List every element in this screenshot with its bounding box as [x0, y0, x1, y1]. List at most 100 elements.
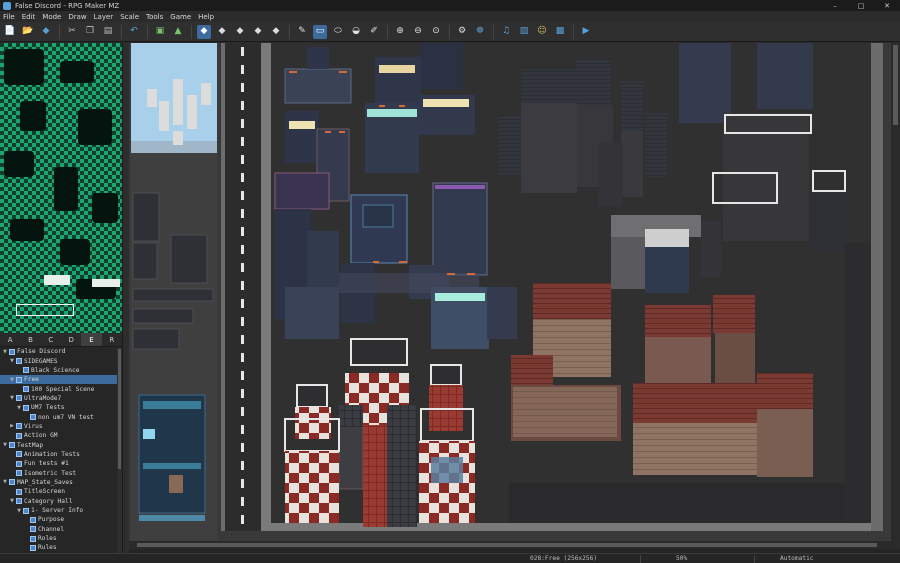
- map-tree-item[interactable]: Purpose: [0, 515, 122, 524]
- expand-toggle-icon[interactable]: ▼: [16, 405, 22, 411]
- event-mode-button[interactable]: ▲: [171, 25, 185, 39]
- panel-splitter[interactable]: [122, 43, 129, 553]
- save-project-button[interactable]: ◆: [39, 25, 53, 39]
- map-tree-item[interactable]: ▼ False Discord: [0, 347, 122, 356]
- map-mode-button[interactable]: ▣: [153, 25, 167, 39]
- menu-tools[interactable]: Tools: [146, 13, 163, 21]
- expand-toggle-icon[interactable]: ▶: [9, 423, 15, 429]
- map-tree-item[interactable]: Isometric Test: [0, 468, 122, 477]
- tileset-palette[interactable]: [0, 43, 122, 333]
- map-tree-item[interactable]: ▶ Virus: [0, 422, 122, 431]
- map-horizontal-scrollbar[interactable]: [129, 541, 891, 549]
- expand-toggle-icon[interactable]: ▼: [9, 395, 15, 401]
- layer-auto-button[interactable]: ◆: [197, 24, 211, 39]
- menu-scale[interactable]: Scale: [120, 13, 139, 21]
- map-tree-item[interactable]: Black Science: [0, 366, 122, 375]
- map-vertical-scrollbar[interactable]: [891, 43, 900, 541]
- menu-edit[interactable]: Edit: [22, 13, 36, 21]
- character-generator-button[interactable]: ☺: [535, 25, 549, 39]
- lane-dash: [241, 407, 244, 416]
- menu-file[interactable]: File: [3, 13, 15, 21]
- map-tree-item[interactable]: TitleScreen: [0, 487, 122, 496]
- map-canvas[interactable]: [129, 43, 891, 541]
- map-tree-item[interactable]: 100 Special Scene: [0, 384, 122, 393]
- event-searcher-button[interactable]: ▧: [517, 25, 531, 39]
- tab-d[interactable]: D: [61, 333, 81, 346]
- menu-help[interactable]: Help: [198, 13, 214, 21]
- menu-mode[interactable]: Mode: [42, 13, 61, 21]
- tab-c[interactable]: C: [41, 333, 61, 346]
- map-tree-item[interactable]: ▼ Category Hall: [0, 497, 122, 506]
- map-tree-item[interactable]: Action GM: [0, 431, 122, 440]
- fill-button[interactable]: ◒: [349, 25, 363, 39]
- expand-toggle-icon[interactable]: ▼: [9, 498, 15, 504]
- map-tree-item[interactable]: Fun tests #1: [0, 459, 122, 468]
- maximize-button[interactable]: □: [848, 0, 874, 11]
- map-tree-item[interactable]: Rules: [0, 543, 122, 552]
- menu-game[interactable]: Game: [170, 13, 191, 21]
- map-tree-item[interactable]: Animation Tests: [0, 450, 122, 459]
- map-tree-item[interactable]: ▼ Free: [0, 375, 122, 385]
- copy-button[interactable]: ❐: [83, 25, 97, 39]
- expand-toggle-icon[interactable]: ▼: [9, 358, 15, 364]
- expand-toggle-icon[interactable]: ▼: [2, 479, 8, 485]
- undo-button[interactable]: ↶: [127, 25, 141, 39]
- window-controls: – □ ✕: [822, 0, 900, 11]
- minimize-button[interactable]: –: [822, 0, 848, 11]
- horizontal-scrollbar-thumb[interactable]: [137, 543, 877, 547]
- map-tree-item[interactable]: ▼ SIDEGAMES: [0, 356, 122, 365]
- expand-toggle-icon[interactable]: ▼: [16, 508, 22, 514]
- close-button[interactable]: ✕: [874, 0, 900, 11]
- tab-e[interactable]: E: [81, 333, 102, 346]
- map-tree-item[interactable]: Channel: [0, 525, 122, 534]
- new-project-button[interactable]: 📄: [3, 25, 17, 39]
- lane-dash: [241, 173, 244, 182]
- plugin-manager-button[interactable]: ☸: [473, 25, 487, 39]
- lane-dash: [241, 371, 244, 380]
- menu-draw[interactable]: Draw: [68, 13, 86, 21]
- open-project-button[interactable]: 📂: [21, 25, 35, 39]
- map-mode-icon: ▣: [155, 26, 165, 36]
- expand-toggle-icon[interactable]: ▼: [2, 442, 8, 448]
- expand-toggle-icon[interactable]: ▼: [9, 377, 15, 383]
- zoom-out-button[interactable]: ⊖: [411, 25, 425, 39]
- expand-toggle-icon[interactable]: ▼: [2, 349, 8, 355]
- map-tree-item[interactable]: ▼ TestMap: [0, 440, 122, 449]
- toolbar-separator: [121, 24, 122, 39]
- shadow-pen-button[interactable]: ✐: [367, 25, 381, 39]
- layer-4-button[interactable]: ◆: [269, 25, 283, 39]
- map-tree-item[interactable]: ▼ MAP_State_Saves: [0, 478, 122, 487]
- pencil-button[interactable]: ✎: [295, 25, 309, 39]
- tab-b[interactable]: B: [20, 333, 40, 346]
- layer-1-button[interactable]: ◆: [215, 25, 229, 39]
- sound-test-button[interactable]: ♫: [499, 25, 513, 39]
- database-button[interactable]: ⚙: [455, 25, 469, 39]
- map-tree-item[interactable]: Roles: [0, 534, 122, 543]
- right-sidewalk: [871, 43, 883, 531]
- zoom-actual-button[interactable]: ⊙: [429, 25, 443, 39]
- menu-bar: File Edit Mode Draw Layer Scale Tools Ga…: [0, 11, 900, 22]
- playtest-button[interactable]: ▶: [579, 25, 593, 39]
- paste-button[interactable]: ▤: [101, 25, 115, 39]
- map-tree-item[interactable]: ▼ 1- Server Info: [0, 506, 122, 515]
- resource-manager-button[interactable]: ▩: [553, 25, 567, 39]
- rectangle-button[interactable]: ▭: [313, 24, 327, 39]
- tree-scrollbar-thumb[interactable]: [118, 349, 121, 469]
- ellipse-button[interactable]: ⬭: [331, 25, 345, 39]
- map-tree-item[interactable]: ▼ UltraMode7: [0, 394, 122, 403]
- vertical-scrollbar-thumb[interactable]: [893, 45, 898, 125]
- lane-dash: [241, 263, 244, 272]
- zoom-in-button[interactable]: ⊕: [393, 25, 407, 39]
- cut-button[interactable]: ✂: [65, 25, 79, 39]
- tile-dark-block: [92, 193, 118, 223]
- lane-dash: [241, 155, 244, 164]
- tab-r[interactable]: R: [102, 333, 122, 346]
- sound-test-icon: ♫: [501, 26, 511, 36]
- tab-a[interactable]: A: [0, 333, 20, 346]
- map-tree-item[interactable]: non um7 VN test: [0, 412, 122, 421]
- menu-layer[interactable]: Layer: [94, 13, 114, 21]
- layer-2-button[interactable]: ◆: [233, 25, 247, 39]
- status-map-info: 028:Free (256x256): [530, 555, 598, 562]
- map-tree-item[interactable]: ▼ UM7 Tests: [0, 403, 122, 412]
- layer-3-button[interactable]: ◆: [251, 25, 265, 39]
